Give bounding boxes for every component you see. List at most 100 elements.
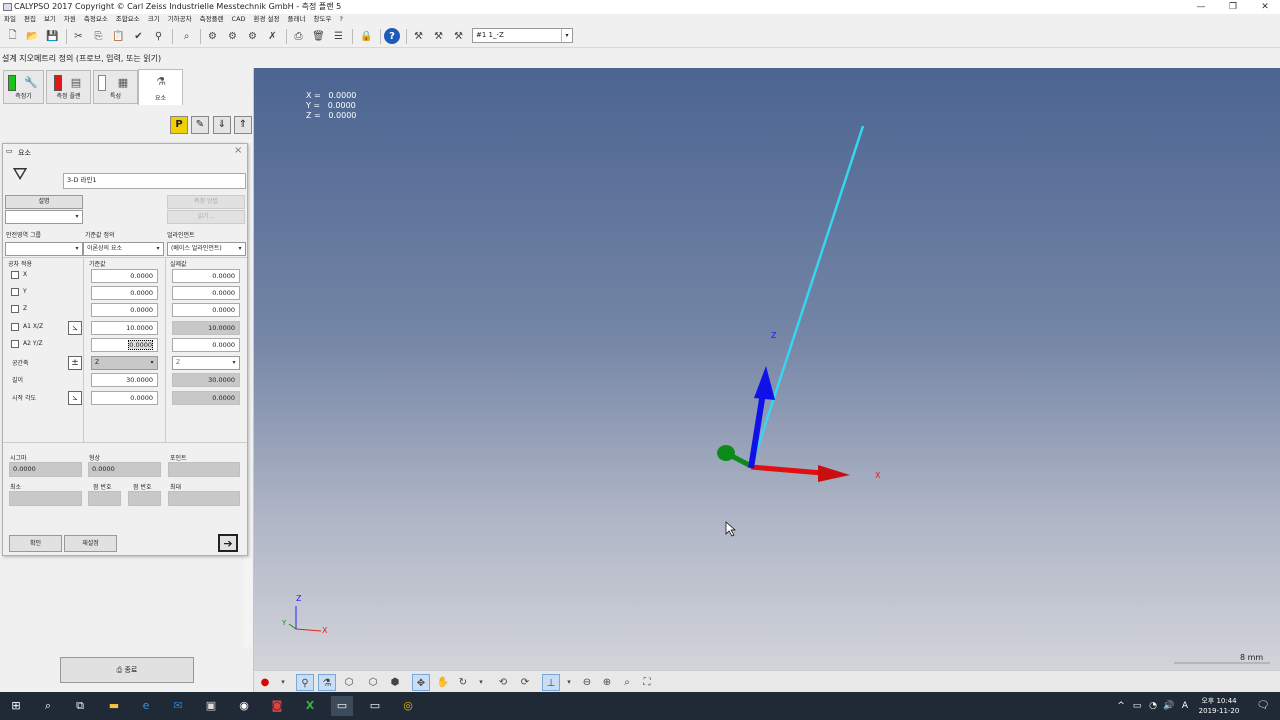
comment-button[interactable]: 설명 — [5, 195, 83, 209]
exit-button[interactable]: ⎙ 종료 — [60, 657, 194, 683]
calypso2-taskbar-icon[interactable]: ▭ — [364, 696, 386, 716]
dialog-close-icon[interactable]: × — [234, 145, 242, 156]
safety-group-select[interactable]: ▾ — [5, 242, 83, 256]
move-down-icon[interactable]: ⇓ — [213, 116, 231, 134]
view-probe-icon[interactable]: ⚲ — [296, 674, 314, 691]
file-explorer-icon[interactable]: ▬ — [103, 696, 125, 716]
minimize-button[interactable]: — — [1187, 0, 1215, 14]
calypso-taskbar-icon[interactable]: ▭ — [331, 696, 353, 716]
next-arrow-button[interactable]: ➔ — [218, 534, 238, 552]
move-up-icon[interactable]: ⇑ — [234, 116, 252, 134]
space-axis-nominal-select[interactable]: Z ▾ — [91, 356, 158, 370]
solid-view-icon[interactable]: ⬡ — [340, 674, 358, 691]
start-angle-nominal-input[interactable]: 0.0000 — [91, 391, 158, 405]
feature-name-input[interactable]: 3-D 라인1 — [63, 173, 246, 189]
tol-checkbox-z[interactable] — [11, 305, 19, 313]
edge-icon[interactable]: e — [135, 696, 157, 716]
tol-checkbox-a1[interactable] — [11, 323, 19, 331]
plus-minus-icon[interactable]: ± — [68, 356, 82, 370]
length-nominal-input[interactable]: 30.0000 — [91, 373, 158, 387]
chrome-icon[interactable]: ◎ — [397, 696, 419, 716]
axis-view-icon[interactable]: ⊥ — [542, 674, 560, 691]
excel-icon[interactable]: X — [299, 696, 321, 716]
rotate-icon[interactable]: ↻ — [454, 674, 472, 691]
probe-icon[interactable]: ⚲ — [150, 28, 167, 45]
menu-gdt[interactable]: 기하공차 — [168, 14, 192, 25]
close-button[interactable]: ✕ — [1251, 0, 1279, 14]
angle-icon[interactable]: ⦣ — [68, 321, 82, 335]
tools-icon[interactable]: ✗ — [264, 28, 281, 45]
ime-indicator[interactable]: A — [1174, 696, 1196, 716]
copy-icon[interactable]: ⎘ — [90, 28, 107, 45]
menu-size[interactable]: 크기 — [148, 14, 160, 25]
search-icon[interactable]: ⌕ — [37, 696, 59, 716]
machine-icon[interactable]: ⚒ — [410, 28, 427, 45]
tab-machine[interactable]: 🔧 측정기 — [3, 70, 44, 104]
maximize-button[interactable]: ❐ — [1219, 0, 1247, 14]
tab-plan[interactable]: ▤ 측정 플랜 — [46, 70, 91, 104]
rotate-right-icon[interactable]: ⟳ — [516, 674, 534, 691]
actual-z-input[interactable]: 0.0000 — [172, 303, 240, 317]
cut-icon[interactable]: ✂ — [70, 28, 87, 45]
save-icon[interactable]: 💾 — [44, 28, 61, 45]
menu-plan[interactable]: 측정플랜 — [200, 14, 224, 25]
alignment-select[interactable]: #1 1_-Z ▾ — [472, 28, 573, 43]
print-icon[interactable]: ⎙ — [290, 28, 307, 45]
actual-a2-input[interactable]: 0.0000 — [172, 338, 240, 352]
help-icon[interactable]: ? — [384, 28, 400, 44]
pdf-icon[interactable]: ▣ — [200, 696, 222, 716]
record-icon[interactable]: ● — [256, 674, 274, 691]
notification-icon[interactable]: 🗨 — [1252, 696, 1274, 716]
shaded-icon[interactable]: ⬢ — [386, 674, 404, 691]
read-button[interactable]: 읽기... — [167, 210, 245, 224]
feature-icon[interactable]: ⚙ — [204, 28, 221, 45]
strategy-button[interactable]: 측정 방법 — [167, 195, 245, 209]
wireframe-icon[interactable]: ⬡ — [364, 674, 382, 691]
menu-settings[interactable]: 환경 설정 — [254, 14, 280, 25]
check-icon[interactable]: ✔ — [130, 28, 147, 45]
tolerance-icon[interactable]: ⚙ — [244, 28, 261, 45]
actual-x-input[interactable]: 0.0000 — [172, 269, 240, 283]
cad-viewport[interactable]: X = 0.0000 Y = 0.0000 Z = 0.0000 Z X Z Y… — [254, 68, 1280, 670]
tol-checkbox-x[interactable] — [11, 271, 19, 279]
rotate-left-icon[interactable]: ⟲ — [494, 674, 512, 691]
menu-planner[interactable]: 플래너 — [288, 14, 306, 25]
menu-cad[interactable]: CAD — [232, 14, 246, 25]
outlook-icon[interactable]: ✉ — [167, 696, 189, 716]
start-angle-icon[interactable]: ⦣ — [68, 391, 82, 405]
p-button[interactable]: P — [170, 116, 188, 134]
zoom-out-icon[interactable]: ⊖ — [578, 674, 596, 691]
menu-features[interactable]: 측정요소 — [84, 14, 108, 25]
delete-icon[interactable]: 🗑 — [310, 28, 327, 45]
chevron-down-icon[interactable]: ▾ — [560, 674, 578, 691]
menu-edit[interactable]: 편집 — [24, 14, 36, 25]
windows-start-icon[interactable]: ⊞ — [5, 696, 27, 716]
menu-resources[interactable]: 자원 — [64, 14, 76, 25]
menu-file[interactable]: 파일 — [4, 14, 16, 25]
nominal-x-input[interactable]: 0.0000 — [91, 269, 158, 283]
space-axis-actual-select[interactable]: Z ▾ — [172, 356, 240, 370]
reset-button[interactable]: 재설정 — [64, 535, 117, 552]
chevron-down-icon[interactable]: ▾ — [274, 674, 292, 691]
alignment-select[interactable]: (베이스 얼라인먼트) ▾ — [167, 242, 246, 256]
clock[interactable]: 오후 10:44 2019-11-20 — [1196, 696, 1242, 716]
zoom-in-icon[interactable]: ⊕ — [598, 674, 616, 691]
pencil-icon[interactable]: ✎ — [191, 116, 209, 134]
binoculars-icon[interactable]: ⌕ — [178, 28, 195, 45]
3d-line[interactable] — [749, 125, 865, 469]
report-icon[interactable]: ☰ — [330, 28, 347, 45]
nominal-z-input[interactable]: 0.0000 — [91, 303, 158, 317]
nominal-a2-input[interactable]: 0.0000 — [91, 338, 158, 352]
menu-help[interactable]: ? — [339, 14, 342, 25]
tol-checkbox-y[interactable] — [11, 288, 19, 296]
probe-change-icon[interactable]: ⚒ — [430, 28, 447, 45]
view-feature-icon[interactable]: ⚗ — [318, 674, 336, 691]
nominal-y-input[interactable]: 0.0000 — [91, 286, 158, 300]
actual-y-input[interactable]: 0.0000 — [172, 286, 240, 300]
comment-select[interactable]: ▾ — [5, 210, 83, 224]
construct-icon[interactable]: ⚙ — [224, 28, 241, 45]
nominal-a1-input[interactable]: 10.0000 — [91, 321, 158, 335]
lock-icon[interactable]: 🔒 — [358, 28, 375, 45]
menu-window[interactable]: 창도우 — [313, 14, 331, 25]
stylus-icon[interactable]: ⚒ — [450, 28, 467, 45]
